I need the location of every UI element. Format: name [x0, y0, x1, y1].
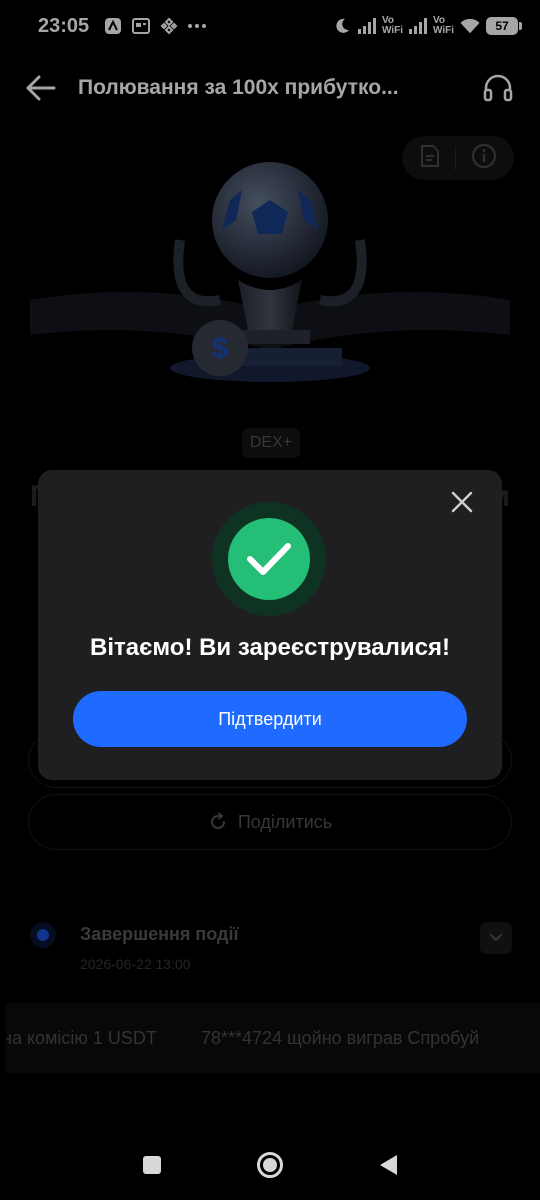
home-circle-icon	[257, 1152, 283, 1178]
dialog-title: Вітаємо! Ви зареєструвалися!	[89, 634, 450, 661]
square-icon	[143, 1156, 161, 1174]
success-dialog: Вітаємо! Ви зареєструвалися! Підтвердити	[38, 470, 502, 780]
checkmark-icon	[247, 543, 291, 575]
close-button[interactable]	[448, 488, 476, 516]
recents-button[interactable]	[137, 1150, 167, 1180]
system-navigation-bar	[0, 1130, 540, 1200]
success-icon	[212, 502, 326, 616]
back-nav-button[interactable]	[373, 1150, 403, 1180]
close-icon	[451, 491, 473, 513]
home-button[interactable]	[255, 1150, 285, 1180]
confirm-button[interactable]: Підтвердити	[73, 691, 467, 747]
triangle-back-icon	[380, 1155, 397, 1175]
